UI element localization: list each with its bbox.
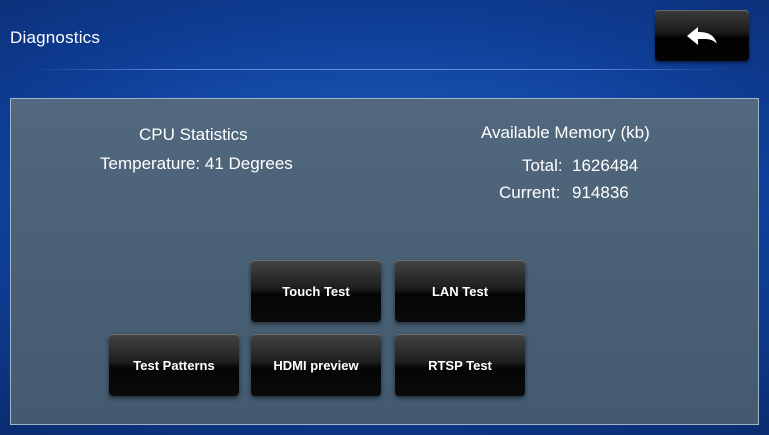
memory-heading: Available Memory (kb)	[481, 123, 650, 142]
diagnostics-panel: CPU Statistics Temperature: 41 Degrees A…	[10, 98, 759, 425]
header-divider	[30, 69, 730, 70]
cpu-temperature: Temperature: 41 Degrees	[100, 154, 293, 173]
memory-current-value: 914836	[572, 183, 629, 202]
test-patterns-button[interactable]: Test Patterns	[109, 334, 239, 396]
cpu-statistics-heading: CPU Statistics	[139, 125, 248, 144]
memory-total-value: 1626484	[572, 156, 639, 175]
back-arrow-icon	[687, 26, 717, 45]
diagnostics-screen: Diagnostics CPU Statistics Temperature: …	[0, 0, 769, 435]
lan-test-button[interactable]: LAN Test	[395, 260, 525, 322]
back-button[interactable]	[655, 10, 749, 61]
page-title: Diagnostics	[10, 28, 101, 47]
rtsp-test-button[interactable]: RTSP Test	[395, 334, 525, 396]
touch-test-button[interactable]: Touch Test	[251, 260, 381, 322]
memory-current-label: Current:	[499, 183, 561, 202]
memory-total-label: Total:	[522, 156, 563, 175]
hdmi-preview-button[interactable]: HDMI preview	[251, 334, 381, 396]
